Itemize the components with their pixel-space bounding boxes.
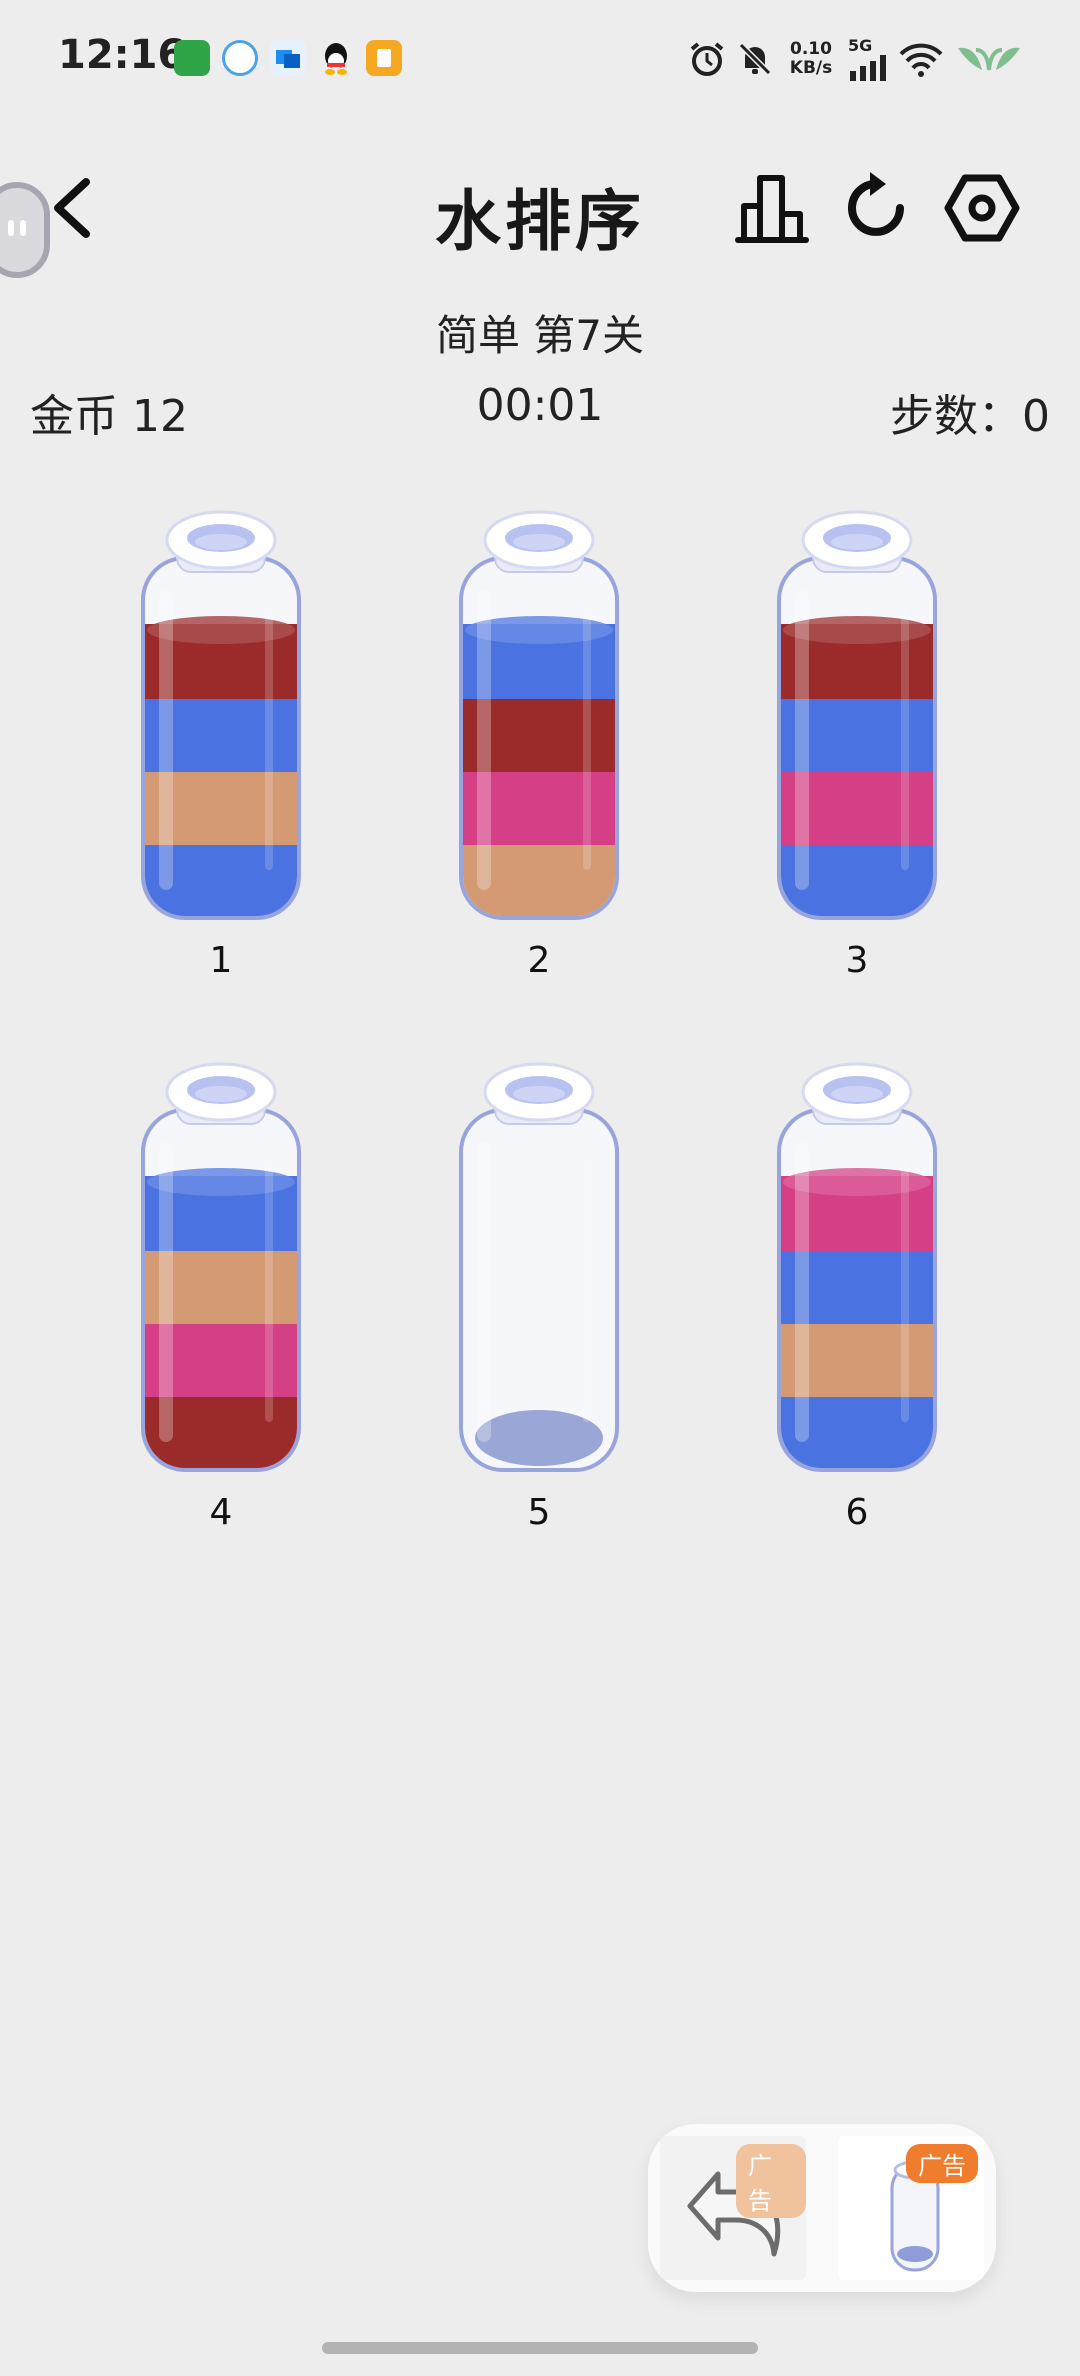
leaderboard-icon xyxy=(735,175,809,243)
bottle-graphic xyxy=(141,1062,301,1472)
app-green-icon xyxy=(174,40,210,76)
bottle-graphic xyxy=(459,1062,619,1472)
notification-icons xyxy=(174,40,402,76)
settings-icon xyxy=(944,174,1020,242)
alarm-icon xyxy=(688,40,726,78)
level-subtitle: 简单 第7关 xyxy=(435,311,645,360)
bottle[interactable] xyxy=(455,500,623,920)
leaderboard-button[interactable] xyxy=(734,170,810,246)
status-bar: 12:16 0.10 KB/s 5G xyxy=(0,0,1080,120)
ad-badge: 广告 xyxy=(906,2144,978,2183)
step-count: 步数：0 xyxy=(890,391,1050,442)
undo-button[interactable]: 广告 xyxy=(660,2136,806,2280)
status-time: 12:16 xyxy=(58,32,186,78)
bottle[interactable] xyxy=(455,1052,623,1472)
bottle-label: 1 xyxy=(209,940,233,981)
bottle-label: 6 xyxy=(845,1492,869,1533)
bottle[interactable] xyxy=(137,500,305,920)
yellow-app-icon xyxy=(366,40,402,76)
restart-icon xyxy=(848,172,904,236)
settings-button[interactable] xyxy=(944,170,1020,246)
bottle-label: 5 xyxy=(527,1492,551,1533)
bottle[interactable] xyxy=(137,1052,305,1472)
wifi-icon xyxy=(898,40,944,78)
bottle-graphic xyxy=(141,510,301,920)
bottle-label: 4 xyxy=(209,1492,233,1533)
tool-panel: 广告 广告 xyxy=(648,2124,996,2292)
bottle-label: 3 xyxy=(845,940,869,981)
home-indicator[interactable] xyxy=(322,2342,758,2354)
network-speed-unit: KB/s xyxy=(789,57,833,78)
ad-badge: 广告 xyxy=(736,2144,806,2218)
bottle-label: 2 xyxy=(527,940,551,981)
bottle[interactable] xyxy=(773,500,941,920)
add-bottle-button[interactable]: 广告 xyxy=(838,2136,984,2280)
network-speed-value: 0.10 xyxy=(790,38,832,59)
bottle-graphic xyxy=(777,1062,937,1472)
mute-icon xyxy=(736,40,774,78)
system-icons: 0.10 KB/s 5G xyxy=(688,36,1024,81)
bottle-graphic xyxy=(777,510,937,920)
restart-button[interactable] xyxy=(840,170,916,246)
chat-bubble-icon xyxy=(222,40,258,76)
battery-icon xyxy=(954,40,1024,78)
network-gen: 5G xyxy=(848,36,873,55)
cellular-signal: 5G xyxy=(848,36,888,81)
page-title: 水排序 xyxy=(435,183,645,260)
signal-icon xyxy=(850,55,886,81)
blue-app-icon xyxy=(270,40,306,76)
bottle[interactable] xyxy=(773,1052,941,1472)
qq-icon xyxy=(318,40,354,76)
network-speed: 0.10 KB/s xyxy=(784,38,838,78)
bottle-graphic xyxy=(459,510,619,920)
